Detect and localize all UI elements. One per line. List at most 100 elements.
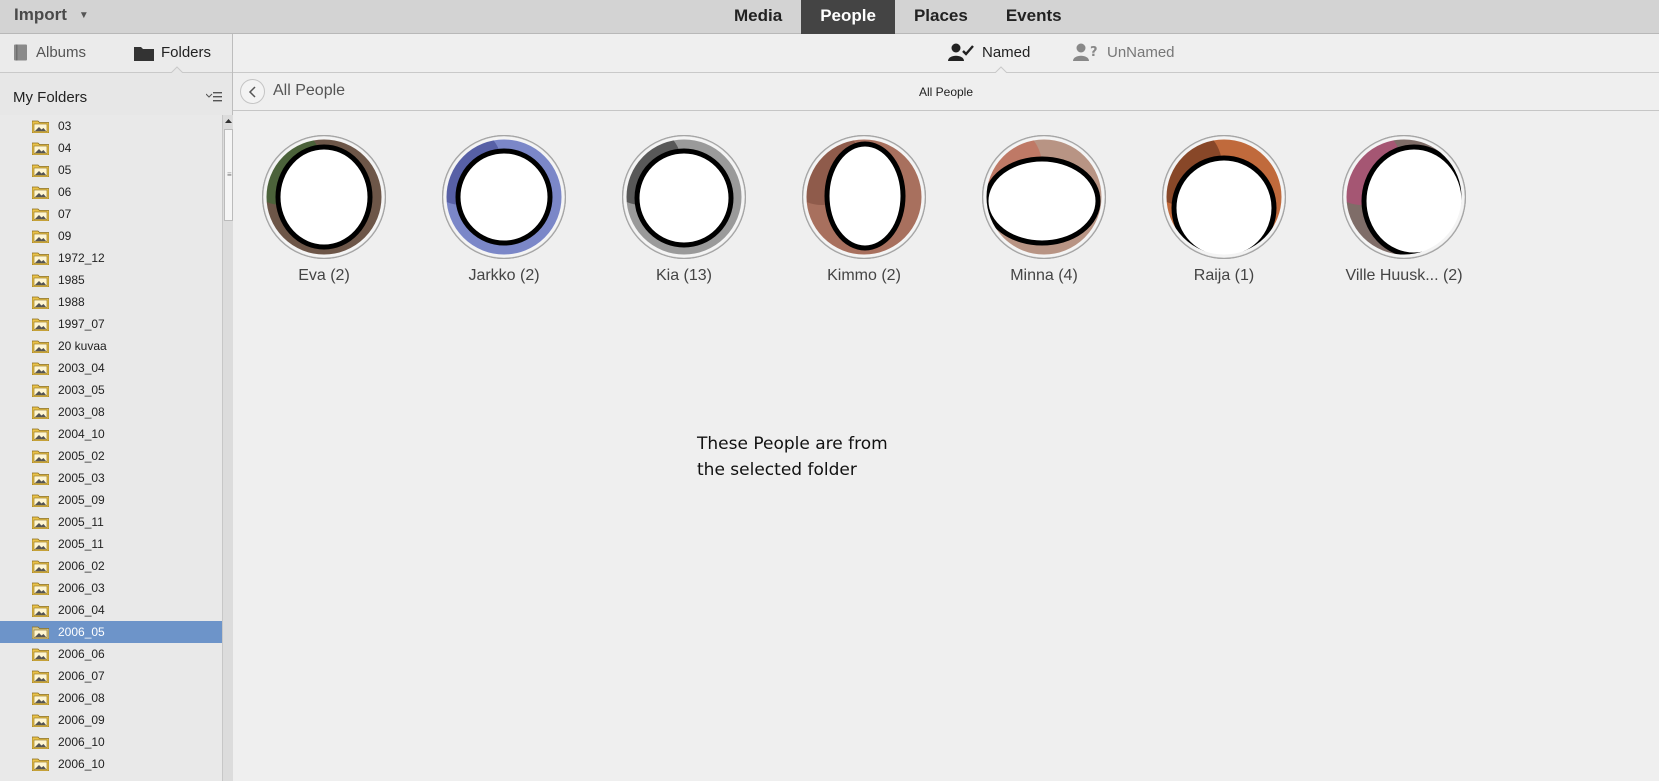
- folder-item[interactable]: 06: [0, 181, 222, 203]
- person-name: Eva (2): [298, 267, 350, 284]
- folder-label: 2004_10: [58, 427, 105, 441]
- image-folder-icon: [32, 274, 49, 287]
- folder-label: 2006_06: [58, 647, 105, 661]
- folder-item[interactable]: 2006_10: [0, 731, 222, 753]
- person-name: Kia (13): [655, 267, 713, 284]
- folder-item[interactable]: 2005_11: [0, 533, 222, 555]
- tab-places[interactable]: Places: [895, 0, 987, 34]
- folder-item[interactable]: 1988: [0, 291, 222, 313]
- panel-tabs: Albums Folders: [0, 34, 232, 73]
- folder-label: 2006_03: [58, 581, 105, 595]
- folder-label: 03: [58, 119, 72, 133]
- folder-item[interactable]: 2006_04: [0, 599, 222, 621]
- folder-item[interactable]: 2005_11: [0, 511, 222, 533]
- annotation-note: These People are from the selected folde…: [697, 434, 888, 480]
- tab-indicator: [171, 66, 183, 73]
- image-folder-icon: [32, 670, 49, 683]
- folder-item[interactable]: 2006_08: [0, 687, 222, 709]
- albums-label: Albums: [36, 44, 87, 61]
- image-folder-icon: [32, 450, 49, 463]
- tab-media[interactable]: Media: [715, 0, 801, 34]
- folder-item[interactable]: 2006_10: [0, 753, 222, 775]
- folders-header: My Folders: [0, 73, 232, 115]
- unnamed-tab[interactable]: ? UnNamed: [1073, 43, 1175, 61]
- folder-item[interactable]: 2003_05: [0, 379, 222, 401]
- left-panel: Albums Folders My Folders 03 04 05 06 07 09 19…: [0, 34, 233, 781]
- folder-item[interactable]: 07: [0, 203, 222, 225]
- folder-item[interactable]: 04: [0, 137, 222, 159]
- tab-people[interactable]: People: [801, 0, 895, 34]
- image-folder-icon: [32, 362, 49, 375]
- folders-tab[interactable]: Folders: [134, 44, 211, 61]
- folder-label: 2006_09: [58, 713, 105, 727]
- folder-label: 2006_05: [58, 625, 105, 639]
- person-card[interactable]: Minna (4): [982, 135, 1106, 285]
- folder-item[interactable]: 2005_02: [0, 445, 222, 467]
- person-name: Ville Huusk... (2): [1345, 267, 1463, 284]
- folder-item[interactable]: 2003_04: [0, 357, 222, 379]
- image-folder-icon: [32, 142, 49, 155]
- folder-label: 2005_09: [58, 493, 105, 507]
- image-folder-icon: [32, 428, 49, 441]
- folder-label: 09: [58, 229, 72, 243]
- folder-label: 2006_10: [58, 757, 105, 771]
- scroll-thumb[interactable]: ≡: [224, 129, 233, 221]
- folder-label: 04: [58, 141, 72, 155]
- image-folder-icon: [32, 560, 49, 573]
- person-card[interactable]: Kia (13): [622, 135, 746, 285]
- folder-label: 2006_08: [58, 691, 105, 705]
- folder-item[interactable]: 1972_12: [0, 247, 222, 269]
- tab-events[interactable]: Events: [987, 0, 1081, 34]
- folder-item[interactable]: 2005_03: [0, 467, 222, 489]
- list-options-icon[interactable]: [206, 91, 222, 103]
- image-folder-icon: [32, 516, 49, 529]
- person-card[interactable]: Kimmo (2): [802, 135, 926, 285]
- folders-label: Folders: [161, 44, 212, 61]
- folder-item[interactable]: 2005_09: [0, 489, 222, 511]
- folder-item[interactable]: 1985: [0, 269, 222, 291]
- image-folder-icon: [32, 472, 49, 485]
- top-bar: Import ▼ Media People Places Events: [0, 0, 1659, 34]
- image-folder-icon: [32, 340, 49, 353]
- person-name: Jarkko (2): [468, 267, 540, 284]
- albums-tab[interactable]: Albums: [13, 44, 86, 61]
- image-folder-icon: [32, 736, 49, 749]
- folder-item[interactable]: 2006_02: [0, 555, 222, 577]
- folder-item[interactable]: 20 kuvaa: [0, 335, 222, 357]
- album-book-icon: [14, 44, 27, 61]
- named-tab[interactable]: Named: [948, 43, 1030, 61]
- folder-item[interactable]: 2006_07: [0, 665, 222, 687]
- folder-item[interactable]: 2006_05: [0, 621, 222, 643]
- image-folder-icon: [32, 538, 49, 551]
- import-button[interactable]: Import ▼: [14, 5, 89, 25]
- person-card[interactable]: Raija (1): [1162, 135, 1286, 285]
- unnamed-label: UnNamed: [1107, 43, 1175, 61]
- folder-label: 1988: [58, 295, 85, 309]
- folder-item[interactable]: 2006_06: [0, 643, 222, 665]
- image-folder-icon: [32, 406, 49, 419]
- person-card[interactable]: Ville Huusk... (2): [1342, 135, 1466, 285]
- folder-scrollbar[interactable]: ≡: [222, 115, 233, 781]
- image-folder-icon: [32, 648, 49, 661]
- folder-item[interactable]: 2004_10: [0, 423, 222, 445]
- folder-item[interactable]: 09: [0, 225, 222, 247]
- svg-text:?: ?: [1090, 45, 1098, 60]
- scroll-up-icon[interactable]: [224, 117, 233, 125]
- folder-label: 1985: [58, 273, 85, 287]
- person-avatar: [622, 135, 746, 259]
- view-title: All People: [918, 85, 974, 99]
- image-folder-icon: [32, 626, 49, 639]
- folder-item[interactable]: 1997_07: [0, 313, 222, 335]
- folder-item[interactable]: 2003_08: [0, 401, 222, 423]
- folder-item[interactable]: 05: [0, 159, 222, 181]
- folder-item[interactable]: 2006_03: [0, 577, 222, 599]
- folder-item[interactable]: 03: [0, 115, 222, 137]
- image-folder-icon: [32, 604, 49, 617]
- person-card[interactable]: Jarkko (2): [442, 135, 566, 285]
- person-avatar: [982, 135, 1106, 259]
- person-card[interactable]: Eva (2): [262, 135, 386, 285]
- folder-label: 1997_07: [58, 317, 105, 331]
- person-check-icon: [948, 43, 974, 61]
- folder-item[interactable]: 2006_09: [0, 709, 222, 731]
- image-folder-icon: [32, 494, 49, 507]
